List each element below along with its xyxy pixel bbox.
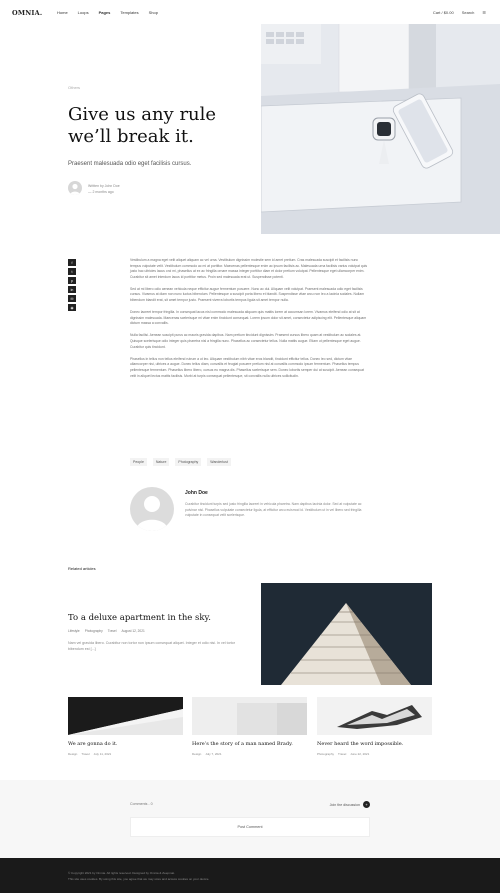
related-card[interactable]: Never heard the word impossible. Photogr… — [317, 697, 432, 756]
meta-category[interactable]: Photography — [85, 629, 103, 633]
related-card[interactable]: Here’s the story of a man named Brady. D… — [192, 697, 307, 756]
post-author-meta: Written by John Doe — 2 months ago — [88, 183, 120, 195]
post-subtitle: Praesent malesuada odio eget facilisis c… — [68, 161, 192, 167]
cart-link[interactable]: Cart / $0.00 — [433, 10, 454, 15]
header-actions: Cart / $0.00 Search ☰ — [433, 10, 486, 15]
meta-category[interactable]: Lifestyle — [68, 629, 80, 633]
main-nav: Home Loops Pages Templates Shop — [57, 10, 158, 15]
email-share-icon[interactable]: ✉ — [68, 295, 76, 302]
related-card-image[interactable] — [317, 697, 432, 735]
site-footer: © Copyright 2021 by Omnia. All rights re… — [0, 858, 500, 893]
author-box: John Doe Curabitur tincidunt turpis sed … — [130, 487, 370, 533]
site-logo[interactable]: OMNIA. — [12, 9, 42, 17]
article-paragraph: Sed at mi libero odio aenean vehicula ne… — [130, 286, 365, 303]
featured-article-title[interactable]: To a deluxe apartment in the sky. — [68, 613, 211, 623]
footer-copyright: © Copyright 2021 by Omnia. All rights re… — [68, 871, 175, 875]
post-tags: People Nature Photography Wanderlust — [130, 458, 231, 466]
building-photo — [261, 583, 432, 685]
tag-photography[interactable]: Photography — [175, 458, 202, 466]
meta-category[interactable]: Travel — [108, 629, 117, 633]
comments-count: Comments - 0 — [130, 802, 153, 806]
nav-item-home[interactable]: Home — [57, 10, 68, 15]
featured-article-excerpt: Nam vel gravida libero. Curabitur non to… — [68, 641, 235, 651]
featured-article-meta: Lifestyle Photography Travel August 12, … — [68, 629, 145, 633]
meta-date: August 12, 2021 — [121, 629, 145, 633]
meta-category[interactable]: Design — [192, 752, 201, 756]
nav-item-templates[interactable]: Templates — [120, 10, 138, 15]
avatar-placeholder-icon — [70, 183, 80, 195]
meta-date: July 7, 2021 — [205, 752, 222, 756]
meta-date: June 22, 2021 — [350, 752, 370, 756]
related-card-meta: Design July 7, 2021 — [192, 752, 307, 756]
author-avatar-small[interactable] — [68, 181, 82, 195]
pinterest-share-icon[interactable]: p — [68, 277, 76, 284]
avatar-placeholder-icon — [136, 496, 168, 531]
join-discussion-label: Join the discussion — [329, 802, 360, 807]
article-body: Vestibulum a magna eget velit aliquet al… — [130, 258, 370, 386]
article-paragraph: Phasellus in tellus non tellus eleifend … — [130, 356, 364, 378]
join-discussion-link[interactable]: Join the discussion + — [330, 801, 370, 808]
share-buttons: f t p in ✉ ◉ — [68, 259, 76, 311]
post-comment-button[interactable]: Post Comment — [130, 817, 370, 837]
linkedin-share-icon[interactable]: in — [68, 286, 76, 293]
hero-image — [261, 24, 500, 234]
nav-item-loops[interactable]: Loops — [78, 10, 89, 15]
search-link[interactable]: Search — [462, 10, 475, 15]
add-comment-icon[interactable]: + — [363, 801, 370, 808]
twitter-share-icon[interactable]: t — [68, 268, 76, 275]
menu-icon[interactable]: ☰ — [482, 10, 486, 15]
article-paragraph: Vestibulum a magna eget velit aliquet al… — [130, 258, 368, 279]
meta-category[interactable]: Travel — [81, 752, 89, 756]
article-paragraph: Donec laoreet tempor fringilla. In conse… — [130, 310, 367, 326]
related-articles-heading: Related articles — [68, 566, 96, 571]
architecture-photo — [68, 697, 183, 735]
related-card-title[interactable]: Never heard the word impossible. — [317, 741, 432, 747]
facebook-share-icon[interactable]: f — [68, 259, 76, 266]
related-card-meta: Design Travel July 11, 2021 — [68, 752, 183, 756]
meta-category[interactable]: Design — [68, 752, 77, 756]
article-paragraph: Nulla facilisi. Aenean suscipit purus ac… — [130, 333, 362, 349]
meta-category[interactable]: Photography — [317, 752, 334, 756]
meta-date: July 11, 2021 — [93, 752, 112, 756]
tag-nature[interactable]: Nature — [152, 458, 170, 466]
related-card-image[interactable] — [192, 697, 307, 735]
related-card-meta: Photography Travel June 22, 2021 — [317, 752, 432, 756]
tag-wanderlust[interactable]: Wanderlust — [207, 458, 231, 466]
featured-article-image[interactable] — [261, 583, 432, 685]
meta-category[interactable]: Travel — [338, 752, 346, 756]
author-bio: Curabitur tincidunt turpis sed justo fri… — [185, 502, 362, 518]
related-card-title[interactable]: We are gonna do it. — [68, 741, 183, 747]
tag-people[interactable]: People — [130, 458, 147, 466]
whatsapp-share-icon[interactable]: ◉ — [68, 304, 76, 311]
nav-item-pages[interactable]: Pages — [99, 10, 111, 15]
minimal-wall-photo — [192, 697, 307, 735]
related-card[interactable]: We are gonna do it. Design Travel July 1… — [68, 697, 183, 756]
post-category[interactable]: Others — [68, 85, 80, 90]
post-date: — 2 months ago — [88, 190, 114, 194]
footer-cookie-notice: This site uses cookies. By using this si… — [68, 877, 210, 881]
related-card-title[interactable]: Here’s the story of a man named Brady. — [192, 741, 307, 747]
hero-desk-illustration — [261, 24, 500, 234]
snowy-mountain-photo — [317, 697, 432, 735]
author-name[interactable]: John Doe — [185, 490, 208, 496]
post-title: Give us any rule we’ll break it. — [68, 104, 217, 147]
related-card-image[interactable] — [68, 697, 183, 735]
nav-item-shop[interactable]: Shop — [149, 10, 158, 15]
author-avatar[interactable] — [130, 487, 174, 531]
top-navigation-bar: OMNIA. Home Loops Pages Templates Shop C… — [0, 0, 500, 24]
